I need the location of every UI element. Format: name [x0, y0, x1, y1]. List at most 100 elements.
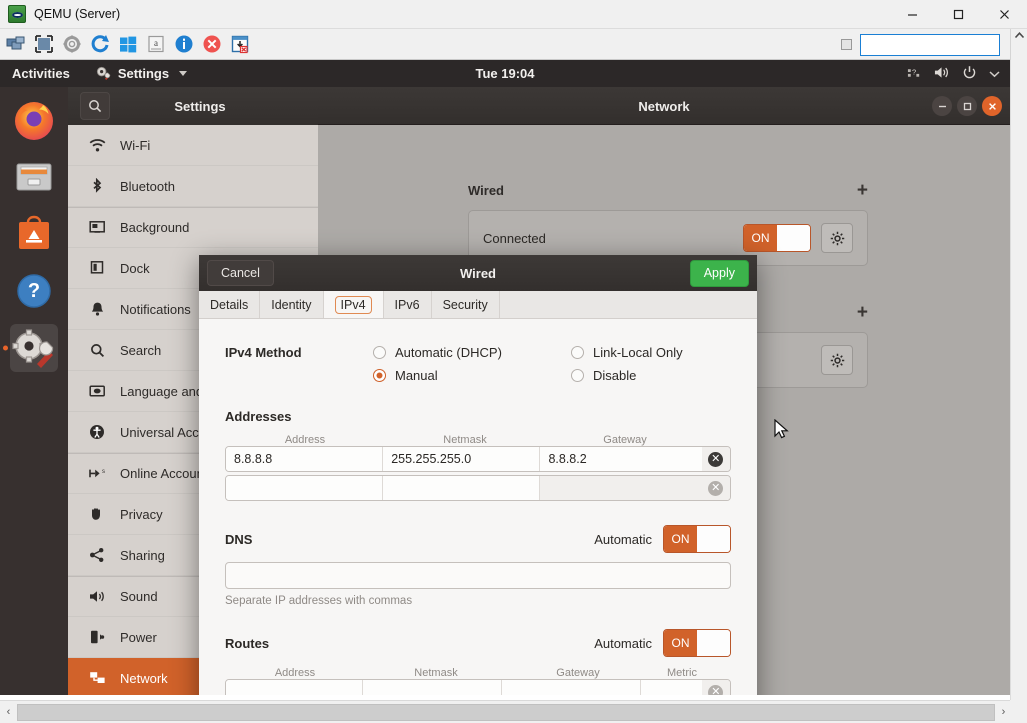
dock-item-settings[interactable]	[10, 324, 58, 372]
qemu-toolbar-right	[841, 29, 1027, 60]
radio-label: Automatic (DHCP)	[395, 345, 502, 360]
toolbar-toggle-box[interactable]	[841, 39, 852, 50]
language-icon	[86, 384, 108, 398]
fullscreen-icon[interactable]	[32, 32, 56, 56]
power-icon[interactable]	[962, 65, 977, 83]
route-netmask-input[interactable]	[363, 680, 502, 695]
info-icon[interactable]	[172, 32, 196, 56]
radio-indicator	[571, 346, 584, 359]
dns-automatic-toggle[interactable]: ON	[663, 525, 731, 553]
route-metric-input[interactable]	[641, 680, 702, 695]
dock-item-files[interactable]	[10, 153, 58, 201]
radio-link-local-only[interactable]: Link-Local Only	[571, 345, 683, 360]
sidebar-item-label: Notifications	[120, 302, 191, 317]
screens-icon[interactable]	[4, 32, 28, 56]
refresh-icon[interactable]	[88, 32, 112, 56]
connection-settings-button-2[interactable]	[821, 345, 853, 375]
routes-automatic-toggle[interactable]: ON	[663, 629, 731, 657]
radio-manual[interactable]: Manual	[373, 368, 571, 383]
dock-item-help[interactable]: ?	[10, 267, 58, 315]
bluetooth-icon	[86, 178, 108, 195]
delete-address-button-empty[interactable]: ✕	[702, 476, 730, 500]
tab-identity[interactable]: Identity	[260, 291, 323, 318]
ubuntu-dock: ?	[0, 87, 68, 695]
tab-ipv4[interactable]: IPv4	[324, 291, 384, 318]
sidebar-item-wifi[interactable]: Wi-Fi	[68, 125, 318, 166]
routes-title: Routes	[225, 636, 269, 651]
qemu-vertical-scrollbar[interactable]	[1010, 60, 1027, 700]
cancel-button[interactable]: Cancel	[207, 260, 274, 286]
toggle-on-label: ON	[664, 526, 697, 552]
dns-header-row: DNS Automatic ON	[225, 525, 731, 553]
radio-automatic-dhcp[interactable]: Automatic (DHCP)	[373, 345, 571, 360]
add-connection-button-2[interactable]: +	[857, 303, 868, 322]
route-gateway-input[interactable]	[502, 680, 641, 695]
topbar-app-menu[interactable]: Settings	[96, 66, 187, 81]
minimize-button[interactable]	[889, 0, 935, 29]
dns-automatic-group: Automatic ON	[594, 525, 731, 553]
tray-caret-icon[interactable]	[989, 67, 1000, 81]
scrollbar-thumb[interactable]	[17, 704, 995, 721]
toggle-knob	[697, 630, 730, 656]
close-button[interactable]	[981, 0, 1027, 29]
gateway-input[interactable]: 8.8.8.2	[540, 447, 701, 471]
column-header-gateway: Gateway	[545, 434, 705, 446]
qemu-horizontal-scrollbar[interactable]: ‹ ›	[0, 700, 1012, 723]
delete-window-icon[interactable]	[228, 32, 252, 56]
toolbar-text-input[interactable]	[860, 34, 1000, 56]
keyboard-a-icon[interactable]: a	[144, 32, 168, 56]
sidebar-item-label: Dock	[120, 261, 150, 276]
dialog-header: Cancel Wired Apply	[199, 255, 757, 291]
sidebar-item-label: Wi-Fi	[120, 138, 150, 153]
page-title: Network	[318, 87, 1010, 125]
accessibility-icon[interactable]: ?	[907, 65, 922, 83]
windows-logo-icon[interactable]	[116, 32, 140, 56]
gateway-input-empty[interactable]	[540, 476, 701, 500]
radio-disable[interactable]: Disable	[571, 368, 683, 383]
connection-toggle[interactable]: ON	[743, 224, 811, 252]
tab-details[interactable]: Details	[199, 291, 260, 318]
route-address-input[interactable]	[226, 680, 363, 695]
mouse-cursor	[774, 419, 790, 441]
system-tray: ?	[907, 65, 1000, 83]
apply-button[interactable]: Apply	[690, 260, 749, 287]
delete-address-button[interactable]: ✕	[702, 447, 730, 471]
dns-servers-input[interactable]	[225, 562, 731, 589]
speaker-icon	[86, 589, 108, 604]
radio-indicator-selected	[373, 369, 386, 382]
address-input-empty[interactable]	[226, 476, 383, 500]
volume-icon[interactable]	[934, 65, 950, 83]
search-icon	[86, 343, 108, 358]
add-connection-button[interactable]: +	[857, 181, 868, 200]
routes-automatic-group: Automatic ON	[594, 629, 731, 657]
dialog-body: IPv4 Method Automatic (DHCP) Manual	[199, 319, 757, 695]
toggle-knob	[697, 526, 730, 552]
route-column-header-netmask: Netmask	[365, 667, 507, 679]
route-column-header-gateway: Gateway	[507, 667, 649, 679]
dock-item-ubuntu-software[interactable]	[10, 210, 58, 258]
scroll-left-button[interactable]: ‹	[0, 701, 17, 723]
maximize-button[interactable]	[935, 0, 981, 29]
tab-security[interactable]: Security	[432, 291, 500, 318]
delete-circle-icon: ✕	[708, 685, 723, 696]
settings-gear-icon[interactable]	[60, 32, 84, 56]
cancel-icon[interactable]	[200, 32, 224, 56]
scroll-up-button[interactable]	[1010, 29, 1027, 60]
netmask-input[interactable]: 255.255.255.0	[383, 447, 540, 471]
tab-ipv6[interactable]: IPv6	[384, 291, 432, 318]
resize-grip[interactable]	[1010, 700, 1027, 723]
connection-settings-button[interactable]	[821, 223, 853, 253]
delete-route-button[interactable]: ✕	[702, 680, 730, 695]
settings-close-button[interactable]	[982, 96, 1002, 116]
sidebar-item-background[interactable]: Background	[68, 207, 318, 248]
activities-button[interactable]: Activities	[12, 66, 70, 81]
settings-minimize-button[interactable]	[932, 96, 952, 116]
sidebar-item-label: Bluetooth	[120, 179, 175, 194]
netmask-input-empty[interactable]	[383, 476, 540, 500]
address-input[interactable]: 8.8.8.8	[226, 447, 383, 471]
dock-item-firefox[interactable]	[10, 96, 58, 144]
sidebar-item-bluetooth[interactable]: Bluetooth	[68, 166, 318, 207]
settings-window-controls	[932, 96, 1002, 116]
search-button[interactable]	[80, 92, 110, 120]
settings-maximize-button[interactable]	[957, 96, 977, 116]
